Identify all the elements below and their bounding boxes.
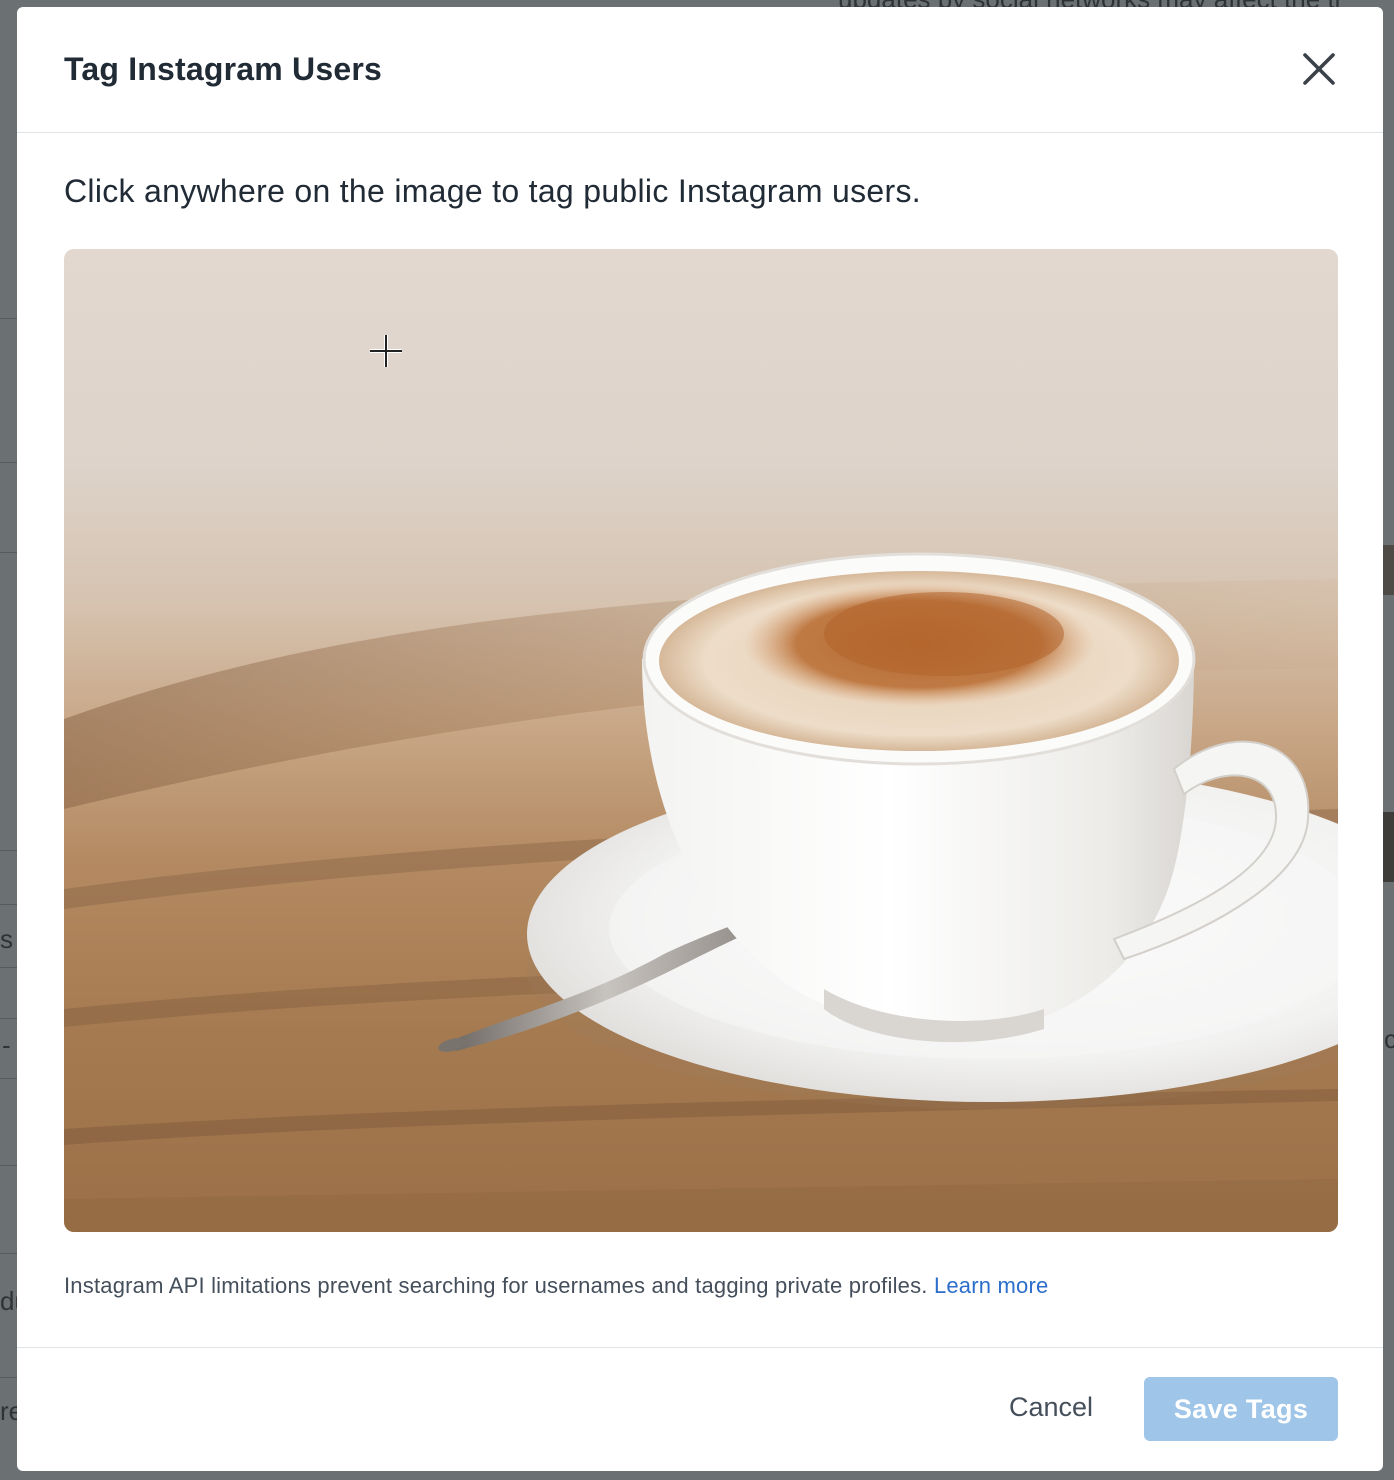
save-tags-button[interactable]: Save Tags	[1144, 1377, 1338, 1441]
background-divider	[0, 1253, 17, 1254]
background-divider	[0, 904, 17, 905]
cancel-button[interactable]: Cancel	[1009, 1392, 1093, 1423]
close-icon	[1303, 53, 1335, 85]
instructions-text: Click anywhere on the image to tag publi…	[64, 173, 921, 209]
background-divider	[0, 1018, 17, 1019]
coffee-cup-photo	[64, 249, 1338, 1232]
background-fragment: c	[1384, 1024, 1394, 1054]
background-divider	[0, 967, 17, 968]
taggable-image[interactable]	[64, 249, 1338, 1232]
background-fragment: s	[0, 924, 13, 954]
background-divider	[0, 1078, 17, 1079]
background-divider	[0, 318, 17, 319]
background-image-strip	[1382, 545, 1394, 595]
api-limitations-text: Instagram API limitations prevent search…	[64, 1273, 934, 1298]
learn-more-link[interactable]: Learn more	[934, 1273, 1049, 1298]
background-divider	[0, 462, 17, 463]
background-divider	[0, 1377, 17, 1378]
background-divider	[0, 552, 17, 553]
background-image-strip	[1382, 812, 1394, 882]
modal-header: Tag Instagram Users	[17, 7, 1383, 133]
tag-users-modal: Tag Instagram Users Click anywhere on th…	[17, 7, 1383, 1471]
background-divider	[0, 850, 17, 851]
close-button[interactable]	[1299, 49, 1339, 89]
api-limitations-note: Instagram API limitations prevent search…	[64, 1273, 1048, 1299]
modal-title: Tag Instagram Users	[64, 51, 382, 87]
modal-footer: Cancel Save Tags	[17, 1348, 1383, 1471]
background-fragment: -	[2, 1030, 11, 1060]
modal-body: Click anywhere on the image to tag publi…	[17, 133, 1383, 1348]
background-divider	[0, 1165, 17, 1166]
